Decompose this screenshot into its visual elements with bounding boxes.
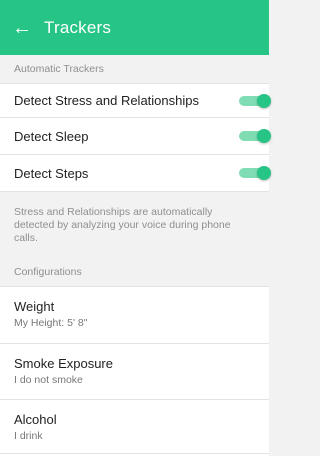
back-button[interactable]: ← xyxy=(0,0,44,55)
tracker-label: Detect Stress and Relationships xyxy=(14,93,199,108)
app-bar: ← Trackers xyxy=(0,0,269,55)
config-title: Weight xyxy=(14,299,55,314)
section-header-configurations: Configurations xyxy=(0,258,269,286)
config-title: Alcohol xyxy=(14,412,57,427)
config-subtitle: My Height: 5' 8" xyxy=(14,317,88,329)
tracker-row-stress-relationships[interactable]: Detect Stress and Relationships xyxy=(0,83,271,117)
config-item-alcohol[interactable]: Alcohol I drink xyxy=(0,399,269,456)
toggle-thumb xyxy=(257,129,271,143)
section-header-automatic-trackers: Automatic Trackers xyxy=(0,55,269,83)
config-subtitle: I do not smoke xyxy=(14,374,83,386)
config-item-weight[interactable]: Weight My Height: 5' 8" xyxy=(0,286,269,343)
tracker-label: Detect Sleep xyxy=(14,128,89,144)
config-item-smoke-exposure[interactable]: Smoke Exposure I do not smoke xyxy=(0,343,269,400)
page-title: Trackers xyxy=(44,17,112,37)
stress-relationships-toggle[interactable] xyxy=(239,94,271,108)
sleep-toggle[interactable] xyxy=(239,129,271,143)
tracker-label: Detect Steps xyxy=(14,165,89,181)
config-title: Smoke Exposure xyxy=(14,356,113,371)
steps-toggle[interactable] xyxy=(239,166,271,180)
list-divider xyxy=(0,453,269,454)
toggle-thumb xyxy=(257,166,271,180)
tracker-row-sleep[interactable]: Detect Sleep xyxy=(0,117,271,154)
arrow-left-icon: ← xyxy=(12,16,32,39)
tracker-row-steps[interactable]: Detect Steps xyxy=(0,154,271,191)
config-subtitle: I drink xyxy=(14,430,43,442)
info-text: Stress and Relationships are automatical… xyxy=(0,191,269,258)
toggle-thumb xyxy=(257,94,271,108)
